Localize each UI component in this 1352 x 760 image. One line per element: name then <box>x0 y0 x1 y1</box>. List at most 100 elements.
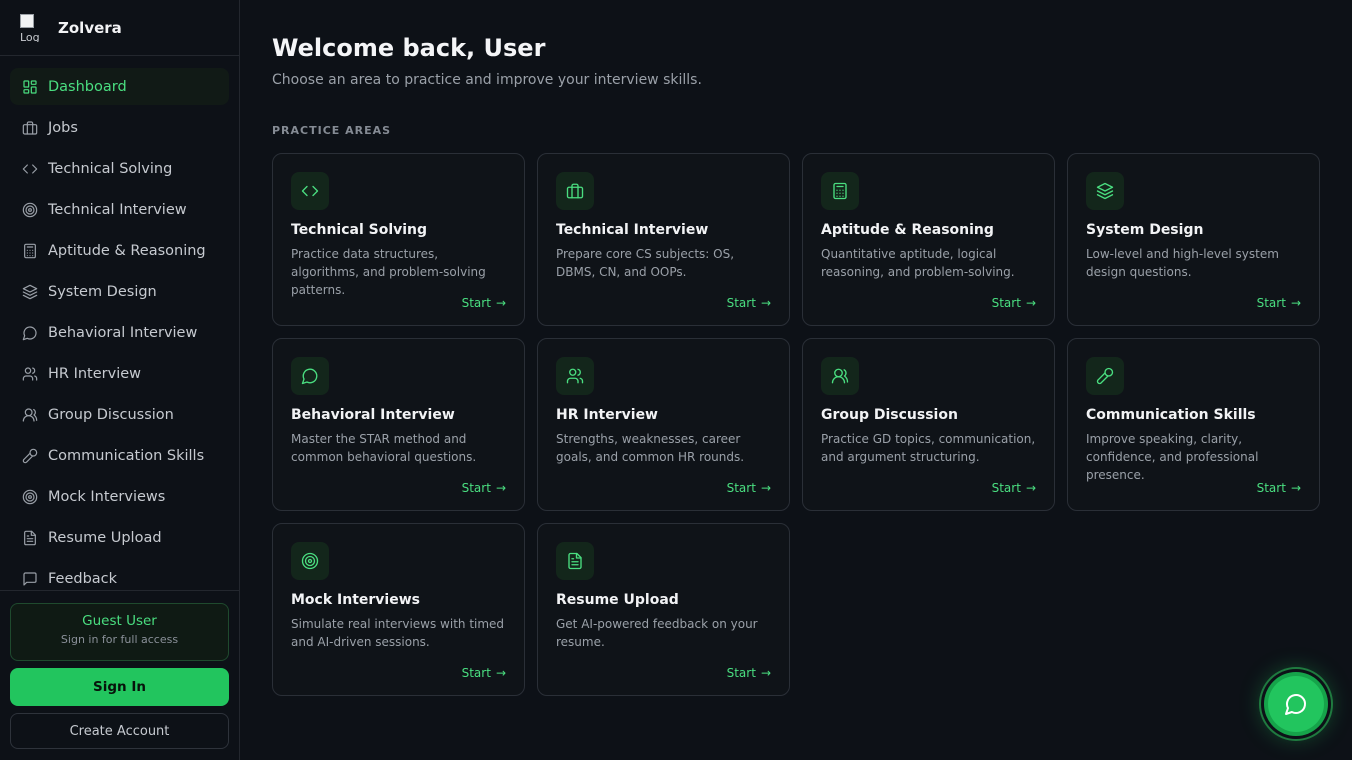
card-title: Mock Interviews <box>291 592 420 608</box>
target-icon <box>22 489 38 504</box>
sidebar-item-group-discussion[interactable]: Group Discussion <box>10 396 229 433</box>
card-start-link[interactable]: Start → <box>727 666 771 680</box>
start-label: Start <box>461 666 491 680</box>
sidebar-item-label: Technical Solving <box>48 160 173 177</box>
sidebar-item-label: Mock Interviews <box>48 488 166 505</box>
briefcase-icon <box>566 183 584 199</box>
group-icon-wrap <box>22 407 38 423</box>
card-start-link[interactable]: Start → <box>727 481 771 495</box>
practice-card-aptitude-and-reasoning[interactable]: Aptitude & Reasoning Quantitative aptitud… <box>802 153 1055 326</box>
chat-bubble-icon <box>1285 694 1306 715</box>
sidebar-item-behavioral-interview[interactable]: Behavioral Interview <box>10 314 229 351</box>
practice-areas-grid: Technical Solving Practice data structure… <box>272 153 1320 696</box>
sidebar-item-jobs[interactable]: Jobs <box>10 109 229 146</box>
card-start-link[interactable]: Start → <box>992 296 1036 310</box>
microphone-icon <box>1096 367 1114 385</box>
sidebar-item-hr-interview[interactable]: HR Interview <box>10 355 229 392</box>
calculator-icon-wrap <box>22 243 38 259</box>
calculator-icon <box>24 243 36 258</box>
page-subtitle: Choose an area to practice and improve y… <box>272 72 702 88</box>
card-start-link[interactable]: Start → <box>992 481 1036 495</box>
chat-button-inner <box>1268 676 1324 732</box>
sidebar-item-label: HR Interview <box>48 365 142 382</box>
message-square-icon-wrap <box>22 571 38 587</box>
card-title: System Design <box>1086 222 1204 238</box>
practice-card-hr-interview[interactable]: HR Interview Strengths, weaknesses, caree… <box>537 338 790 511</box>
microphone-icon-wrap <box>22 448 38 464</box>
card-start-link[interactable]: Start → <box>462 296 506 310</box>
group-icon <box>831 368 849 384</box>
practice-card-system-design[interactable]: System Design Low-level and high-level sy… <box>1067 153 1320 326</box>
users-icon <box>22 366 38 381</box>
practice-card-technical-interview[interactable]: Technical Interview Prepare core CS subje… <box>537 153 790 326</box>
message-square-icon <box>23 571 37 586</box>
guest-subtitle: Sign in for full access <box>60 633 179 646</box>
code-icon <box>301 185 319 197</box>
dashboard-icon <box>23 79 37 94</box>
guest-user-card: Guest User Sign in for full access <box>10 603 229 661</box>
sidebar-item-dashboard[interactable]: Dashboard <box>10 68 229 105</box>
practice-card-technical-solving[interactable]: Technical Solving Practice data structure… <box>272 153 525 326</box>
sidebar-item-resume-upload[interactable]: Resume Upload <box>10 519 229 556</box>
sidebar-item-system-design[interactable]: System Design <box>10 273 229 310</box>
sidebar-item-technical-interview[interactable]: Technical Interview <box>10 191 229 228</box>
sidebar-item-aptitude-and-reasoning[interactable]: Aptitude & Reasoning <box>10 232 229 269</box>
arrow-right-icon: → <box>495 296 506 310</box>
card-icon-tile <box>821 172 859 210</box>
card-title: Group Discussion <box>821 407 958 423</box>
code-icon <box>22 163 38 174</box>
card-start-link[interactable]: Start → <box>462 666 506 680</box>
brand[interactable]: Log Zolvera <box>0 0 239 56</box>
document-icon <box>568 552 582 570</box>
practice-card-behavioral-interview[interactable]: Behavioral Interview Master the STAR meth… <box>272 338 525 511</box>
code-icon-wrap <box>22 161 38 177</box>
card-description: Simulate real interviews with timed and … <box>291 617 505 649</box>
logo-image: Log <box>20 13 48 42</box>
sidebar-item-mock-interviews[interactable]: Mock Interviews <box>10 478 229 515</box>
practice-card-resume-upload[interactable]: Resume Upload Get AI-powered feedback on … <box>537 523 790 696</box>
sidebar-item-communication-skills[interactable]: Communication Skills <box>10 437 229 474</box>
guest-title: Guest User <box>82 613 157 629</box>
chat-bubble-icon <box>22 325 37 340</box>
practice-card-mock-interviews[interactable]: Mock Interviews Simulate real interviews … <box>272 523 525 696</box>
arrow-right-icon: → <box>760 296 771 310</box>
create-account-button[interactable]: Create Account <box>10 713 229 749</box>
card-start-link[interactable]: Start → <box>1257 481 1301 495</box>
arrow-right-icon: → <box>1290 481 1301 495</box>
card-title: HR Interview <box>556 407 658 423</box>
practice-card-group-discussion[interactable]: Group Discussion Practice GD topics, comm… <box>802 338 1055 511</box>
arrow-right-icon: → <box>1025 481 1036 495</box>
sidebar-item-label: Dashboard <box>48 78 127 95</box>
start-label: Start <box>1256 296 1286 310</box>
sidebar-item-technical-solving[interactable]: Technical Solving <box>10 150 229 187</box>
card-icon-tile <box>1086 172 1124 210</box>
document-icon <box>24 530 36 545</box>
target-icon <box>22 202 38 217</box>
card-description: Strengths, weaknesses, career goals, and… <box>556 432 745 464</box>
briefcase-icon-wrap <box>22 120 38 136</box>
sidebar: Log Zolvera Dashboard Jobs Technical Solvi… <box>0 0 240 760</box>
card-description: Practice GD topics, communication, and a… <box>821 432 1036 464</box>
target-icon-wrap <box>22 489 38 505</box>
sign-in-button[interactable]: Sign In <box>10 668 229 706</box>
card-description: Master the STAR method and common behavi… <box>291 432 477 464</box>
card-start-link[interactable]: Start → <box>727 296 771 310</box>
chat-button[interactable] <box>1264 672 1328 736</box>
practice-card-communication-skills[interactable]: Communication Skills Improve speaking, cl… <box>1067 338 1320 511</box>
card-title: Behavioral Interview <box>291 407 455 423</box>
sidebar-item-feedback[interactable]: Feedback <box>10 560 229 590</box>
start-label: Start <box>991 296 1021 310</box>
card-title: Resume Upload <box>556 592 679 608</box>
start-label: Start <box>726 666 756 680</box>
chat-bubble-icon-wrap <box>22 325 38 341</box>
card-icon-tile <box>291 172 329 210</box>
layers-icon <box>22 284 38 299</box>
target-icon <box>301 552 319 570</box>
arrow-right-icon: → <box>1025 296 1036 310</box>
card-start-link[interactable]: Start → <box>462 481 506 495</box>
arrow-right-icon: → <box>1290 296 1301 310</box>
card-description: Low-level and high-level system design q… <box>1086 247 1279 279</box>
card-description: Get AI-powered feedback on your resume. <box>556 617 758 649</box>
target-icon-wrap <box>22 202 38 218</box>
card-start-link[interactable]: Start → <box>1257 296 1301 310</box>
